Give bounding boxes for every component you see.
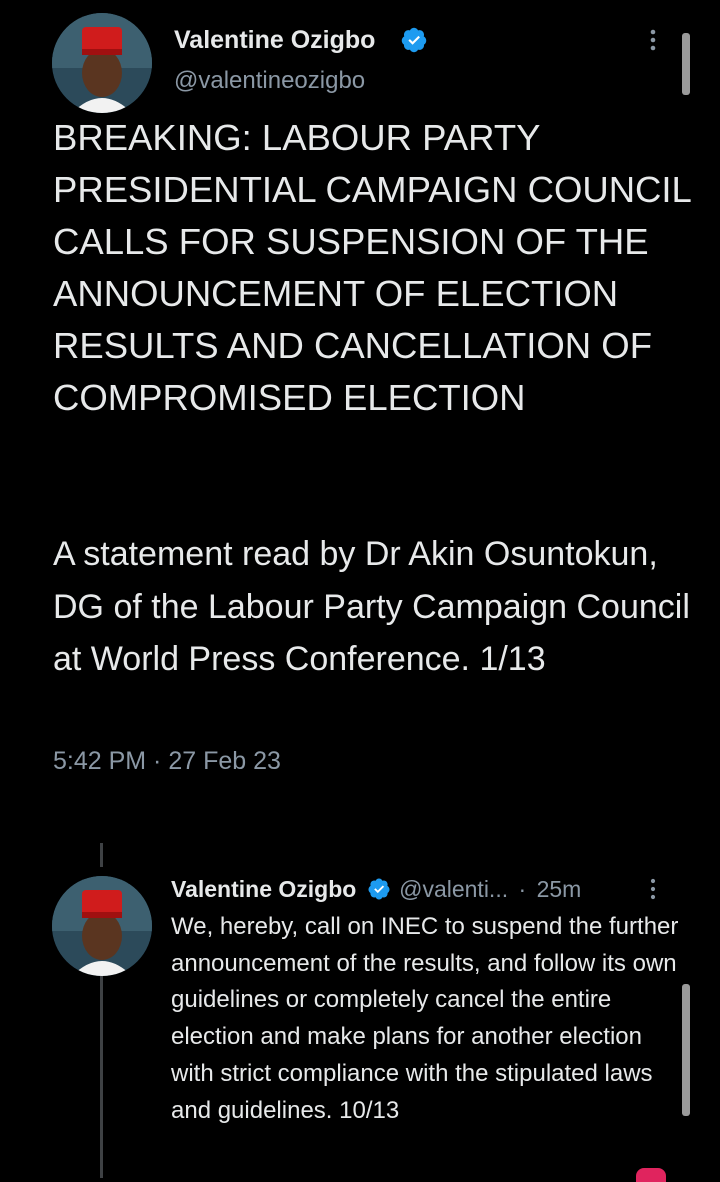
thread-connector-bottom xyxy=(100,975,103,1178)
avatar-image xyxy=(52,876,152,976)
verified-badge-icon xyxy=(367,877,391,901)
meta-separator: · xyxy=(518,876,527,902)
main-tweet-timestamp[interactable]: 5:42 PM · 27 Feb 23 xyxy=(53,747,281,776)
main-author-name[interactable]: Valentine Ozigbo xyxy=(174,26,375,55)
partial-action-icon xyxy=(636,1168,666,1182)
reply-age[interactable]: 25m xyxy=(537,876,582,902)
scrollbar-thumb-bottom[interactable] xyxy=(682,984,690,1116)
main-author-handle[interactable]: @valentineozigbo xyxy=(174,67,365,95)
main-tweet-body: A statement read by Dr Akin Osuntokun, D… xyxy=(53,535,690,678)
more-vertical-icon[interactable] xyxy=(644,28,662,54)
thread-connector-top xyxy=(100,843,103,867)
main-author-avatar[interactable] xyxy=(52,13,152,113)
reply-author-name[interactable]: Valentine Ozigbo xyxy=(171,876,356,902)
reply-tweet-text: We, hereby, call on INEC to suspend the … xyxy=(171,913,679,1124)
reply-tweet-meta: Valentine Ozigbo @valenti... · 25m xyxy=(171,876,581,903)
verified-badge-icon xyxy=(400,26,428,54)
avatar-image xyxy=(52,13,152,113)
main-tweet-headline: BREAKING: LABOUR PARTY PRESIDENTIAL CAMP… xyxy=(53,117,691,418)
scrollbar-thumb-top[interactable] xyxy=(682,33,690,95)
more-vertical-icon[interactable] xyxy=(644,877,662,901)
reply-author-avatar[interactable] xyxy=(52,876,152,976)
reply-author-handle[interactable]: @valenti... xyxy=(399,876,508,902)
